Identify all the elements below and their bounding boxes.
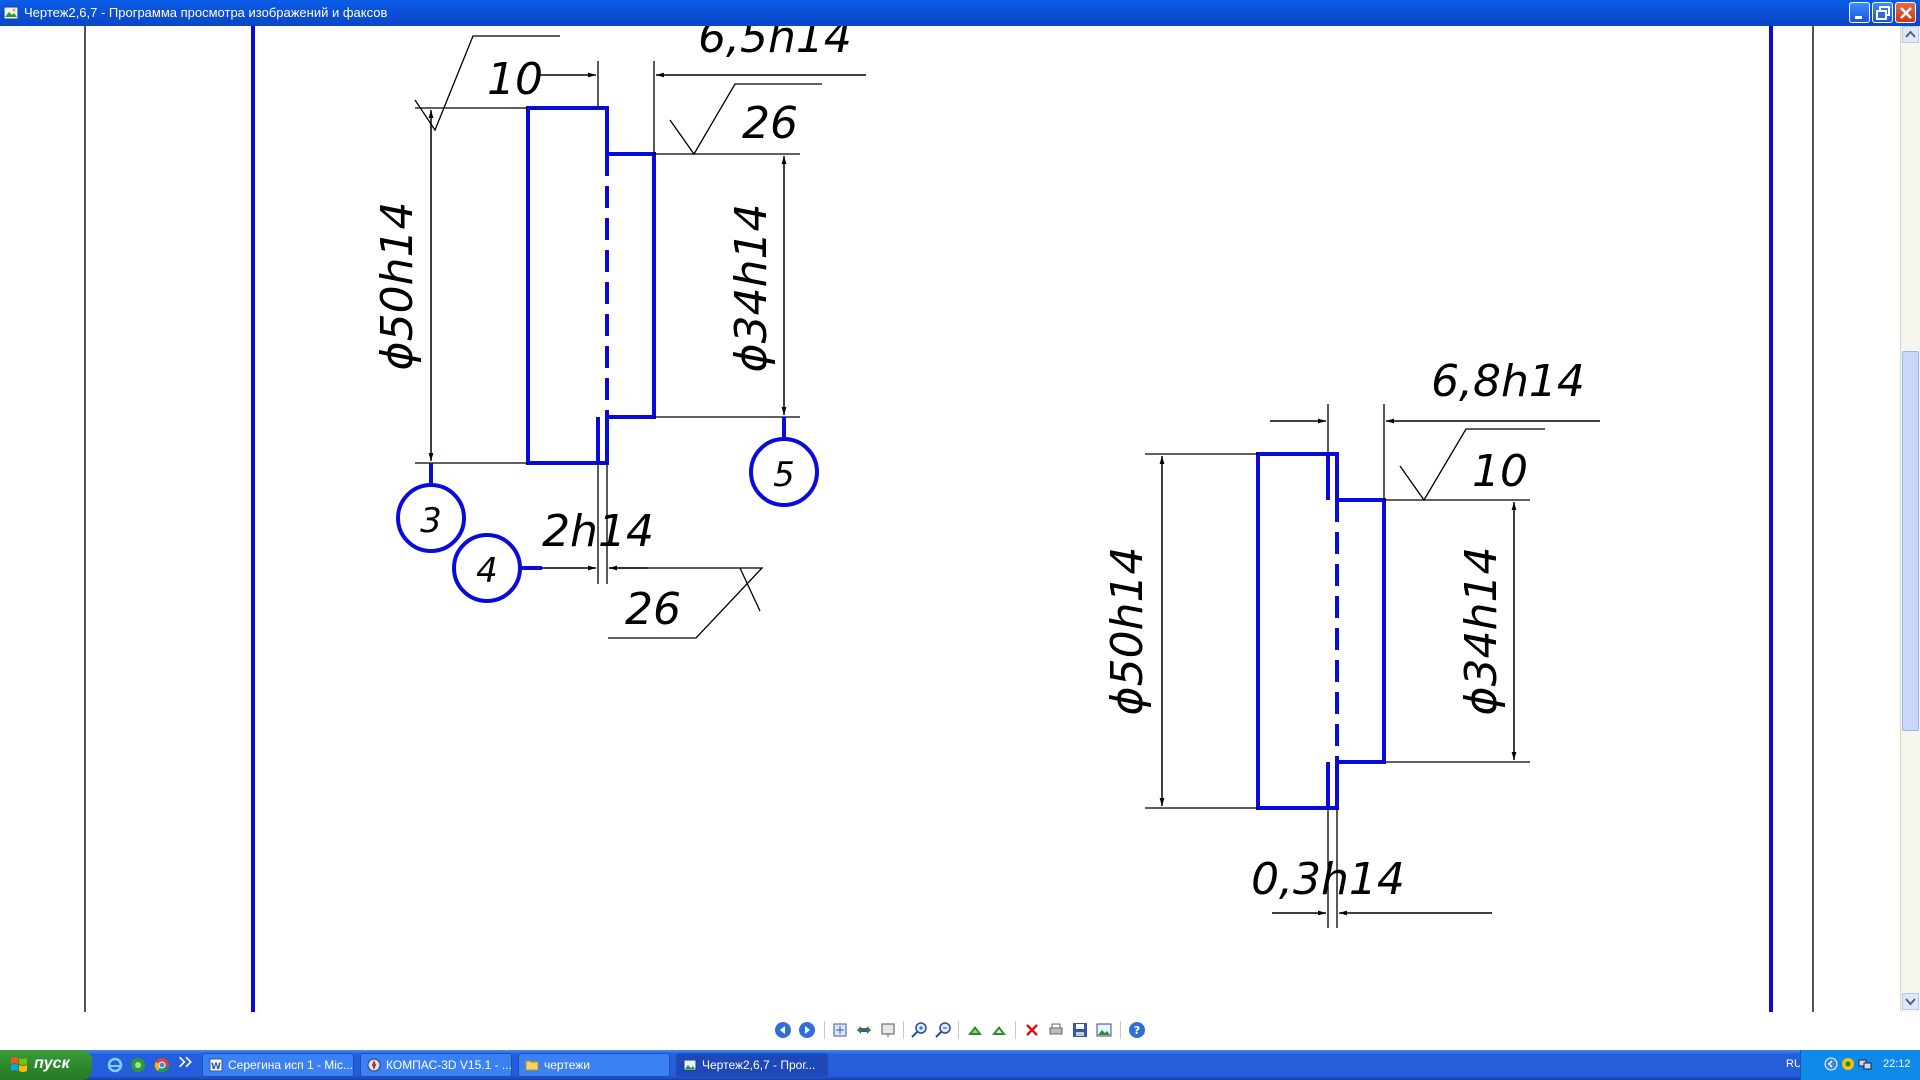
- toolbar-separator: [903, 1021, 904, 1039]
- restore-icon: [1876, 6, 1890, 20]
- network-icon[interactable]: [1858, 1057, 1872, 1071]
- task-word[interactable]: W Серегина исп 1 - Mic...: [202, 1053, 354, 1077]
- dim-dia-outer-1: ϕ50h14: [372, 202, 423, 371]
- callout-5-label: 5: [773, 455, 795, 495]
- part-view-2: ϕ50h14 ϕ34h14 6,8h14 10 0,3h14: [1102, 356, 1600, 928]
- callout-4: 4: [452, 533, 542, 603]
- edit-icon[interactable]: [1095, 1021, 1113, 1039]
- actual-size-icon[interactable]: [855, 1021, 873, 1039]
- task-image-viewer[interactable]: Чертеж2,6,7 - Прог...: [676, 1053, 828, 1077]
- best-fit-icon[interactable]: [831, 1021, 849, 1039]
- task-label: Чертеж2,6,7 - Прог...: [702, 1058, 816, 1072]
- chrome-icon[interactable]: [154, 1057, 170, 1073]
- arrow-down-icon: [1905, 998, 1916, 1006]
- callout-5: 5: [749, 417, 819, 507]
- task-folder[interactable]: чертежи: [518, 1053, 670, 1077]
- roughness-groove-1: 26: [625, 584, 681, 635]
- print-icon[interactable]: [1047, 1021, 1065, 1039]
- kompas-icon: [367, 1058, 381, 1072]
- security-icon[interactable]: [1841, 1057, 1855, 1071]
- media-icon[interactable]: [130, 1057, 146, 1073]
- image-viewer-icon: [3, 6, 19, 20]
- scroll-up-button[interactable]: [1902, 26, 1919, 43]
- scroll-down-button[interactable]: [1902, 993, 1919, 1010]
- vertical-scrollbar[interactable]: [1900, 26, 1920, 1012]
- task-label: КОМПАС-3D V15.1 - ...: [386, 1058, 512, 1072]
- sheet-frame: [84, 26, 1814, 1012]
- ie-icon[interactable]: [107, 1057, 123, 1073]
- title-bar: Чертеж2,6,7 - Программа просмотра изобра…: [0, 0, 1920, 26]
- save-icon[interactable]: [1071, 1021, 1089, 1039]
- dim-dia-outer-2: ϕ50h14: [1102, 547, 1153, 716]
- toolbar-separator: [1120, 1021, 1121, 1039]
- start-label: пуск: [34, 1055, 70, 1072]
- close-button[interactable]: [1895, 2, 1916, 23]
- callout-3: 3: [396, 463, 466, 553]
- zoom-in-icon[interactable]: [910, 1021, 928, 1039]
- roughness-step-2: 10: [1472, 446, 1528, 497]
- drawing-canvas: ϕ50h14 ϕ34h14 6,5h14 10 26 2h14 26 3 4 5…: [84, 26, 1814, 1012]
- task-kompas[interactable]: КОМПАС-3D V15.1 - ...: [360, 1053, 512, 1077]
- close-icon: [1900, 7, 1912, 19]
- tray-arrow-icon[interactable]: [1824, 1057, 1838, 1071]
- task-label: чертежи: [544, 1058, 590, 1072]
- minimize-icon: [1855, 16, 1862, 19]
- folder-icon: [525, 1060, 539, 1071]
- svg-text:W: W: [211, 1062, 221, 1072]
- task-label: Серегина исп 1 - Mic...: [228, 1058, 353, 1072]
- rotate-cw-icon[interactable]: [966, 1021, 984, 1039]
- callout-4-label: 4: [476, 551, 498, 591]
- slideshow-icon[interactable]: [879, 1021, 897, 1039]
- taskbar: пуск W Серегина исп 1 - Mic... КОМПАС-3D…: [0, 1050, 1920, 1080]
- zoom-out-icon[interactable]: [934, 1021, 952, 1039]
- viewer-toolbar: ?: [0, 1012, 1920, 1050]
- next-image-icon[interactable]: [798, 1021, 816, 1039]
- toolbar-separator: [1015, 1021, 1016, 1039]
- delete-icon[interactable]: [1023, 1021, 1041, 1039]
- rotate-ccw-icon[interactable]: [990, 1021, 1008, 1039]
- start-button[interactable]: пуск: [0, 1050, 92, 1080]
- dim-step-width-2: 6,8h14: [1431, 356, 1585, 407]
- prev-image-icon[interactable]: [774, 1021, 792, 1039]
- clock[interactable]: 22:12: [1883, 1058, 1911, 1070]
- roughness-step-1: 26: [742, 98, 798, 149]
- svg-text:?: ?: [1134, 1024, 1140, 1037]
- windows-logo-icon: [11, 1057, 27, 1072]
- word-icon: W: [209, 1058, 223, 1072]
- window-title: Чертеж2,6,7 - Программа просмотра изобра…: [24, 5, 388, 20]
- callout-3-label: 3: [420, 501, 442, 541]
- help-icon[interactable]: ?: [1128, 1021, 1146, 1039]
- image-viewport[interactable]: ϕ50h14 ϕ34h14 6,5h14 10 26 2h14 26 3 4 5…: [0, 26, 1900, 1012]
- toolbar-separator: [958, 1021, 959, 1039]
- system-tray: 22:12: [1800, 1050, 1920, 1080]
- chevron-right-icon[interactable]: [178, 1054, 194, 1070]
- dim-dia-inner-1: ϕ34h14: [726, 204, 777, 373]
- maximize-button[interactable]: [1872, 2, 1893, 23]
- arrow-up-icon: [1905, 30, 1916, 38]
- part-view-1: ϕ50h14 ϕ34h14 6,5h14 10 26 2h14 26 3 4 5: [372, 26, 866, 639]
- toolbar-separator: [824, 1021, 825, 1039]
- roughness-outer-1: 10: [487, 54, 543, 105]
- dim-step-width-1: 6,5h14: [698, 26, 852, 63]
- dim-groove-width-2: 0,3h14: [1251, 854, 1405, 905]
- scroll-thumb[interactable]: [1902, 351, 1919, 731]
- image-viewer-icon: [683, 1059, 697, 1071]
- minimize-button[interactable]: [1849, 2, 1870, 23]
- dim-groove-width-1: 2h14: [542, 506, 654, 557]
- dim-dia-inner-2: ϕ34h14: [1456, 547, 1507, 716]
